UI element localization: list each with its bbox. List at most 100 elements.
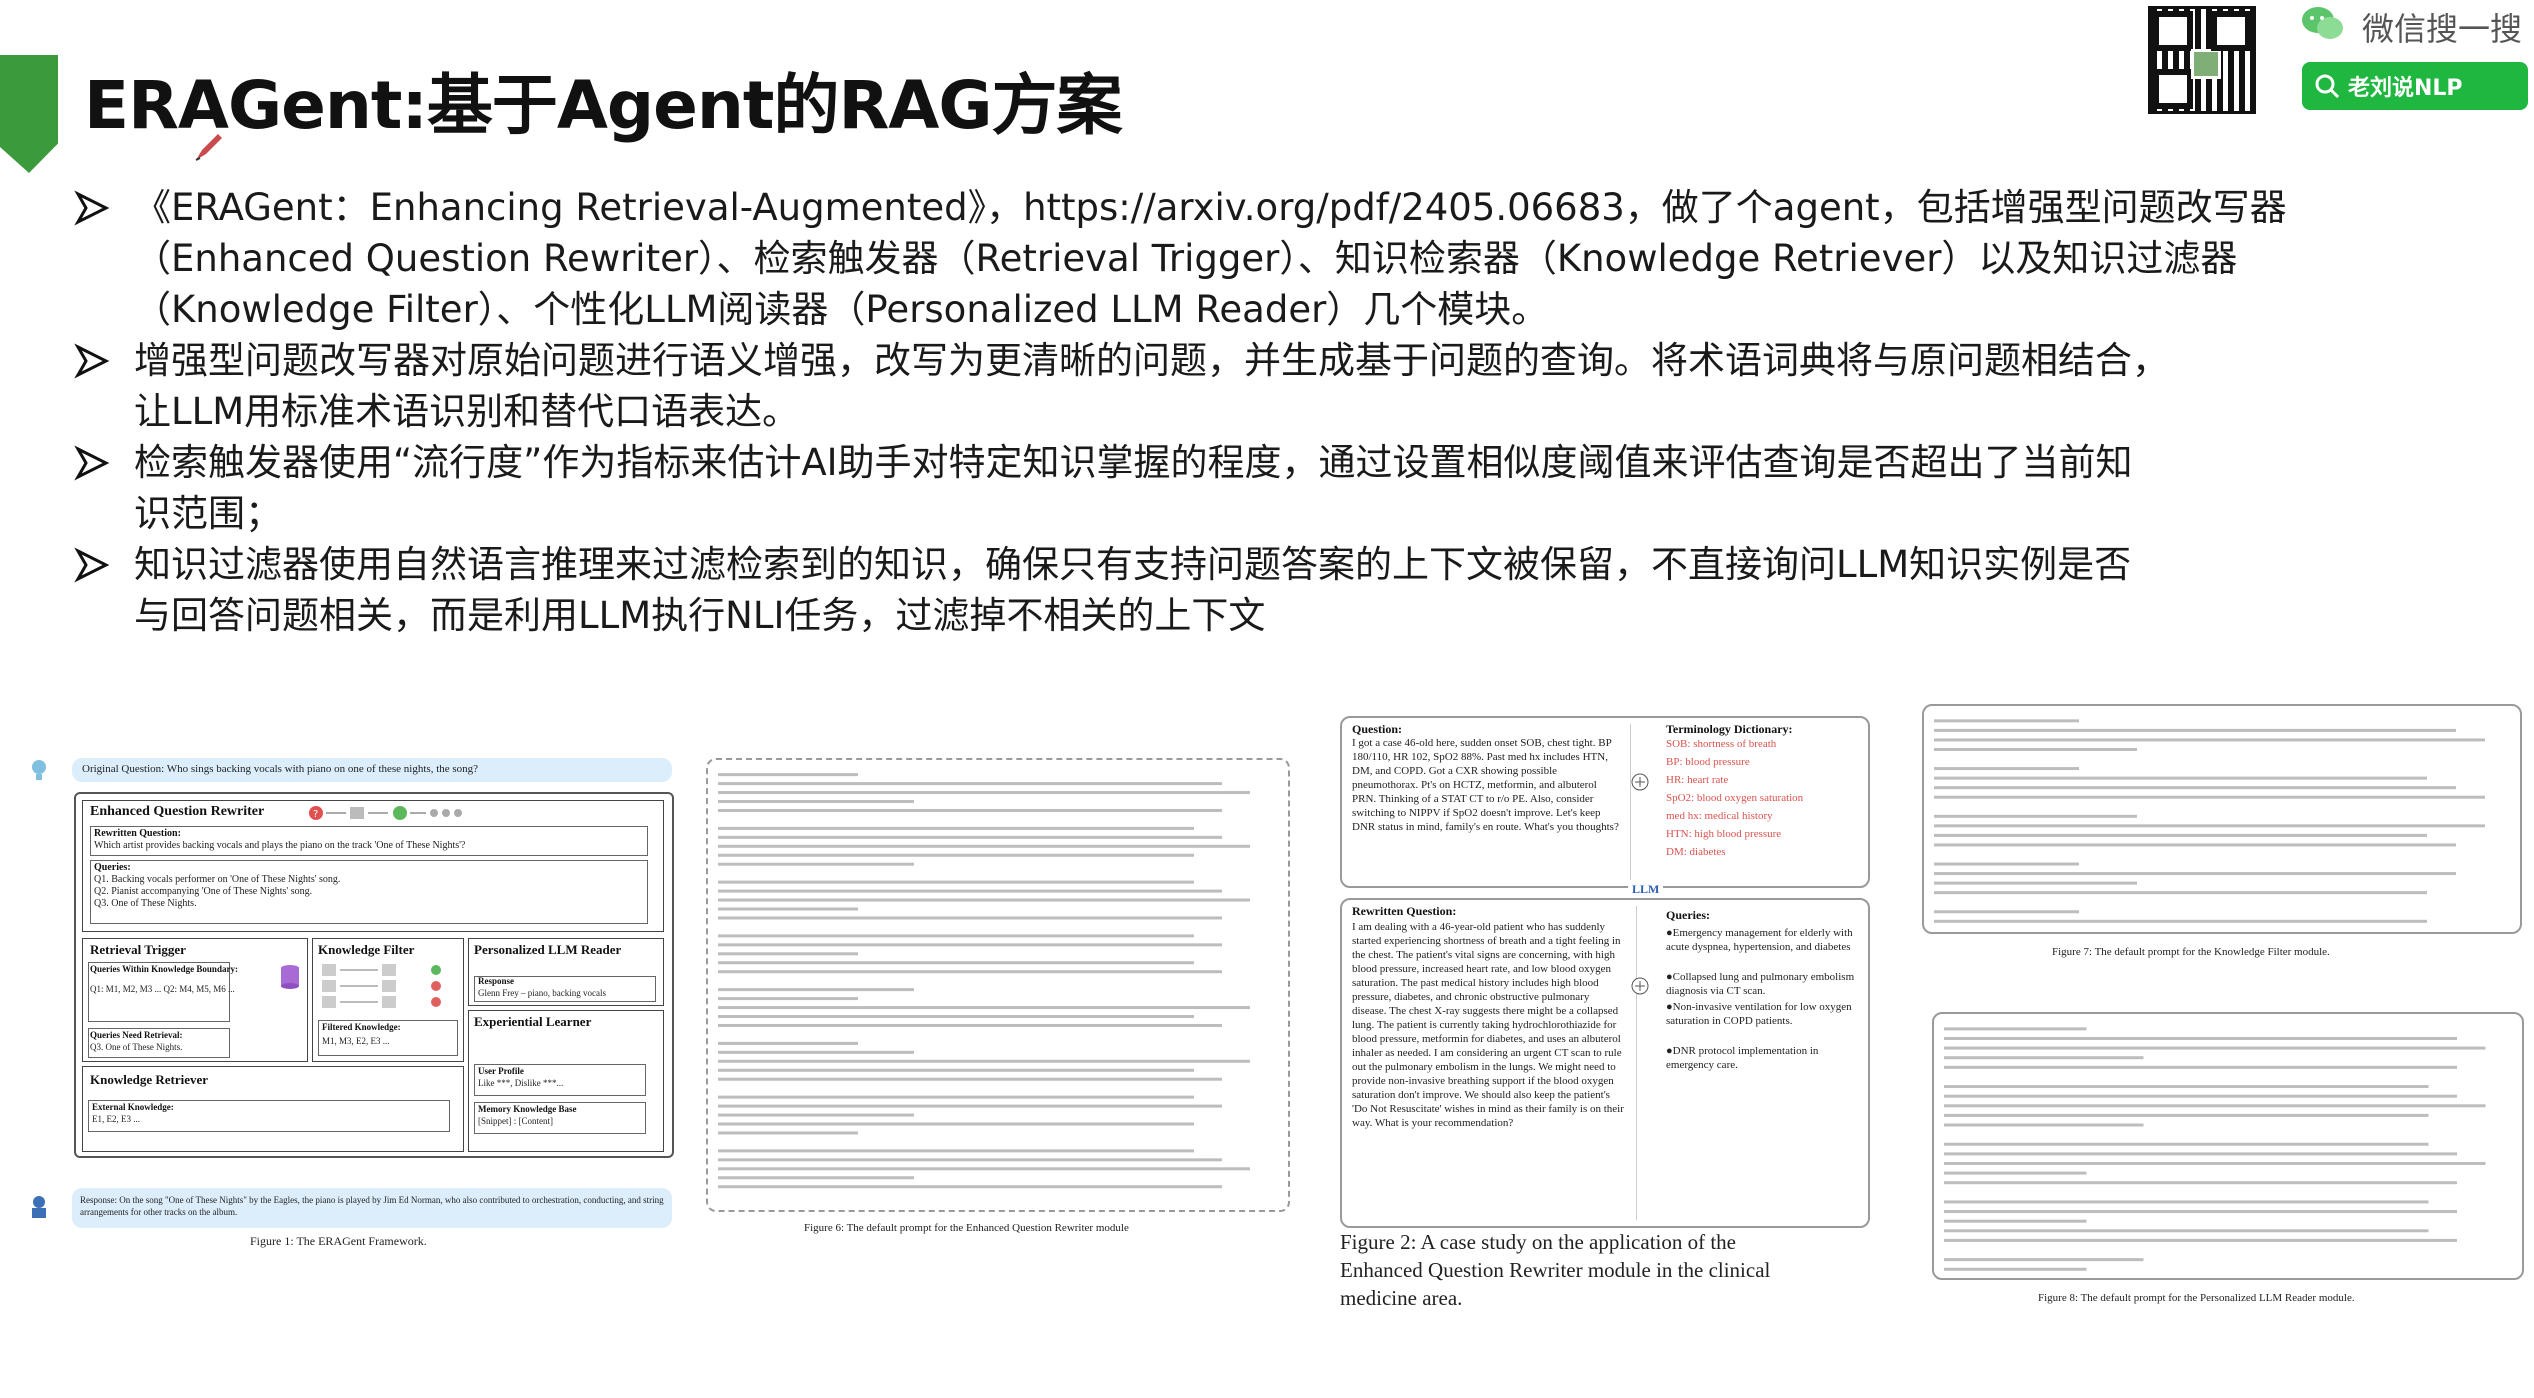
retrieval-trigger-label: Retrieval Trigger — [90, 942, 186, 957]
llm-reader-label: Personalized LLM Reader — [474, 942, 622, 957]
plus-icon — [1631, 773, 1649, 791]
prompt-text-lines — [1944, 1027, 2486, 1271]
text-line — [1944, 1238, 2457, 1242]
text-line — [718, 889, 1222, 893]
arrow-bullet-icon — [74, 190, 110, 226]
terminology-item: HR: heart rate — [1666, 774, 1729, 786]
bullet-line: 增强型问题改写器对原始问题进行语义增强，改写为更清晰的问题，并生成基于问题的查询… — [134, 339, 2169, 382]
text-line — [718, 1113, 914, 1117]
text-line — [1944, 1210, 2457, 1214]
arrow-bullet-icon — [74, 547, 110, 583]
knowledge-filter-label: Knowledge Filter — [318, 942, 415, 957]
text-line — [718, 1006, 1250, 1010]
text-line — [1944, 1046, 2486, 1050]
text-line — [1944, 1200, 2429, 1204]
experiential-learner-label: Experiential Learner — [474, 1014, 592, 1029]
text-line — [718, 988, 914, 992]
bullet-line: 让LLM用标准术语识别和替代口语表达。 — [134, 390, 800, 433]
text-line — [1934, 862, 2079, 866]
text-line — [718, 1122, 1194, 1126]
text-line — [1944, 1036, 2457, 1040]
text-line — [1944, 1152, 2457, 1156]
text-line — [1934, 786, 2456, 790]
text-line — [718, 1131, 858, 1135]
text-line — [718, 880, 1194, 884]
figure-2-case-study: Question: I got a case 46-old here, sudd… — [1340, 714, 1880, 1318]
text-line — [1944, 1113, 2429, 1117]
bullet-line: 识范围； — [134, 492, 282, 535]
queries-need-label: Queries Need Retrieval: — [90, 1030, 183, 1040]
text-line — [718, 808, 1222, 812]
text-line — [1944, 1219, 2087, 1223]
text-line — [718, 773, 858, 777]
bullet-item: 《ERAGent：Enhancing Retrieval-Augmented》，… — [74, 182, 2474, 335]
figure-1-caption: Figure 1: The ERAGent Framework. — [250, 1234, 427, 1248]
text-line — [718, 1077, 1222, 1081]
text-line — [1944, 1056, 2144, 1060]
text-line — [718, 1095, 1194, 1099]
text-line — [1934, 824, 2485, 828]
question-text: I got a case 46-old here, sudden onset S… — [1352, 737, 1619, 833]
figure-7-prompt: Figure 7: The default prompt for the Kno… — [1920, 702, 2528, 972]
text-line — [718, 844, 1250, 848]
query-item: ●DNR protocol implementation in emergenc… — [1666, 1045, 1819, 1071]
text-line — [718, 916, 1222, 920]
user-profile-text: Like ***, Dislike ***... — [478, 1078, 564, 1088]
text-line — [718, 961, 1194, 965]
robot-icon — [32, 1196, 46, 1218]
text-line — [1934, 776, 2427, 780]
query-item: ●Emergency management for elderly with a… — [1666, 927, 1853, 953]
memory-kb-text: [Snippet] : [Content] — [478, 1116, 553, 1126]
search-button[interactable]: 老刘说NLP — [2302, 62, 2528, 110]
text-line — [1944, 1094, 2457, 1098]
text-line — [1934, 891, 2427, 895]
bullet-item: 检索触发器使用“流行度”作为指标来估计AI助手对特定知识掌握的程度，通过设置相似… — [74, 437, 2474, 539]
text-line — [1934, 747, 2137, 751]
response-text: Glenn Frey – piano, backing vocals — [478, 988, 606, 998]
text-line — [1944, 1171, 2087, 1175]
text-line — [718, 1068, 1194, 1072]
text-line — [718, 1158, 1222, 1162]
text-line — [1934, 814, 2137, 818]
text-line — [718, 1023, 1222, 1027]
llm-label: LLM — [1628, 882, 1664, 897]
prompt-text-lines — [718, 773, 1250, 1189]
text-line — [718, 1149, 1194, 1153]
terminology-item: HTN: high blood pressure — [1666, 828, 1782, 840]
text-line — [718, 943, 1222, 947]
queries-within-text: Q1: M1, M2, M3 ... Q2: M4, M5, M6 ... — [90, 984, 235, 994]
text-line — [718, 853, 1194, 857]
text-line — [1944, 1161, 2486, 1165]
queries-label: Queries: — [94, 862, 131, 873]
text-line — [718, 1167, 1250, 1171]
title-accent-bar — [0, 55, 58, 173]
query-item: Q1. Backing vocals performer on 'One of … — [94, 874, 341, 885]
query-item: ●Non-invasive ventilation for low oxygen… — [1666, 1001, 1852, 1027]
prompt-text-lines — [1934, 719, 2485, 923]
terminology-item: DM: diabetes — [1666, 846, 1726, 858]
rewritten-label: Rewritten Question: — [1352, 904, 1457, 918]
original-question: Original Question: Who sings backing voc… — [82, 763, 479, 775]
filter-flow-icons — [322, 964, 441, 1008]
query-item: ●Collapsed lung and pulmonary embolism d… — [1666, 971, 1855, 997]
text-line — [718, 791, 1250, 795]
workflow-icons: ? — [309, 806, 462, 820]
filtered-knowledge-label: Filtered Knowledge: — [322, 1022, 401, 1032]
external-knowledge-text: E1, E2, E3 ... — [92, 1114, 140, 1124]
bullet-line: 检索触发器使用“流行度”作为指标来估计AI助手对特定知识掌握的程度，通过设置相似… — [134, 441, 2133, 484]
text-line — [1944, 1229, 2429, 1233]
question-label: Question: — [1352, 722, 1403, 736]
eqr-label: Enhanced Question Rewriter — [90, 804, 265, 819]
pen-icon — [195, 134, 222, 161]
query-item: Q3. One of These Nights. — [94, 898, 197, 909]
text-line — [1934, 728, 2456, 732]
text-line — [1934, 881, 2137, 885]
figure-2-caption-line: medicine area. — [1340, 1286, 1463, 1310]
terminology-item: BP: blood pressure — [1666, 756, 1750, 768]
final-response: Response: On the song "One of These Nigh… — [80, 1195, 664, 1217]
response-label: Response — [478, 976, 515, 986]
text-line — [718, 898, 1250, 902]
queries-within-label: Queries Within Knowledge Boundary: — [90, 964, 238, 974]
bullet-line: 知识过滤器使用自然语言推理来过滤检索到的知识，确保只有支持问题答案的上下文被保留… — [134, 543, 2132, 586]
figure-2-caption-line: Enhanced Question Rewriter module in the… — [1340, 1258, 1771, 1282]
